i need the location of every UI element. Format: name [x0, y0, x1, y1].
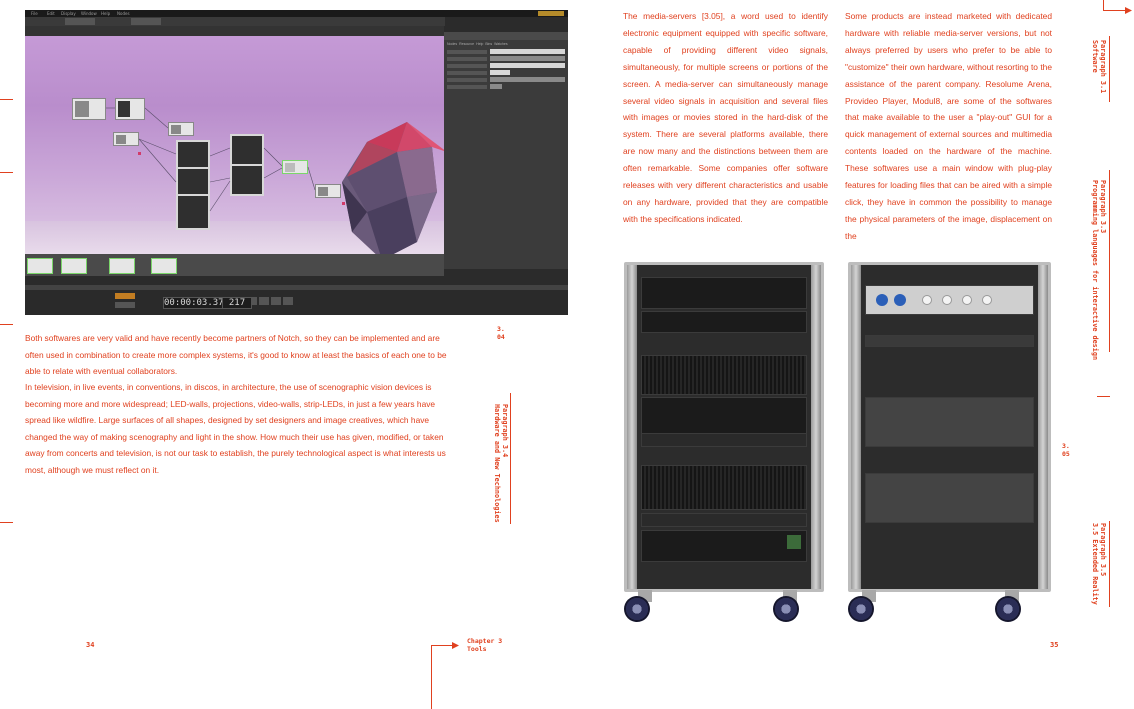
menu-item: Display — [61, 11, 76, 16]
side-rule — [510, 393, 511, 524]
wheel — [848, 596, 874, 622]
margin-tick — [0, 99, 13, 100]
node[interactable] — [27, 258, 53, 274]
panel-tab[interactable]: Watches — [494, 42, 508, 46]
media-server-rack-front — [624, 262, 824, 592]
chapter-rule — [431, 645, 432, 709]
chapter-label: Chapter 3 Tools — [467, 637, 503, 653]
node[interactable] — [109, 258, 135, 274]
wheel — [773, 596, 799, 622]
menu-item: Help — [101, 11, 111, 16]
margin-tick — [0, 172, 13, 173]
node[interactable] — [61, 258, 87, 274]
menu-item: Window — [81, 11, 97, 16]
menu-item: Nodes — [117, 11, 130, 16]
side-label-programming: Paragraph 3.3 Programming languages for … — [1091, 180, 1107, 361]
side-label-paragraph: Paragraph 3.4 Hardware and New Technolog… — [493, 404, 509, 523]
margin-tick — [0, 324, 13, 325]
side-label-software: Paragraph 3.1 Software — [1091, 40, 1107, 94]
wheel — [624, 596, 650, 622]
menu-item: File — [31, 11, 38, 16]
toolbar — [25, 17, 445, 26]
software-screenshot: File Edit Display Window Help Nodes Node… — [25, 10, 568, 315]
side-rule — [1109, 521, 1110, 607]
margin-tick — [1097, 396, 1110, 397]
side-rule — [1109, 36, 1110, 102]
panel-tab[interactable]: Nodes — [447, 42, 457, 46]
node-connections — [106, 107, 316, 212]
arrow-right-icon — [1125, 7, 1132, 14]
panel-tab[interactable]: Bins — [485, 42, 492, 46]
top-arrow-line — [1103, 10, 1127, 11]
menu-item: Edit — [47, 11, 55, 16]
frame-counter: 217 — [222, 297, 252, 309]
margin-tick — [0, 522, 13, 523]
page-number: 34 — [86, 641, 95, 649]
page-number: 35 — [1050, 641, 1059, 649]
side-rule — [1109, 170, 1110, 352]
figure-ref: 3. 05 — [1062, 442, 1070, 458]
arrow-right-icon — [452, 642, 459, 649]
left-paragraph-2: In television, in live events, in conven… — [25, 382, 446, 475]
figure-ref: 3. 04 — [497, 325, 505, 341]
wheel — [995, 596, 1021, 622]
node-viewport — [25, 36, 447, 269]
panel-tab[interactable]: Resource — [459, 42, 474, 46]
property-panel: Nodes Resource Help Bins Watches — [444, 32, 568, 269]
top-arrow-rule — [1103, 0, 1104, 10]
timeline-bar — [25, 290, 568, 315]
media-server-rack-back — [848, 262, 1051, 592]
right-column-1: The media-servers [3.05], a word used to… — [623, 11, 828, 224]
left-paragraph-1: Both softwares are very valid and have r… — [25, 333, 447, 377]
panel-tab[interactable]: Help — [476, 42, 483, 46]
right-column-2: Some products are instead marketed with … — [845, 11, 1052, 241]
side-label-extended-reality: Paragraph 3.5 3.5 Extended Reality — [1091, 523, 1107, 605]
menu-bar: File Edit Display Window Help Nodes — [25, 10, 568, 17]
node[interactable] — [151, 258, 177, 274]
timecode-display: 00:00:03.37 — [163, 297, 224, 309]
